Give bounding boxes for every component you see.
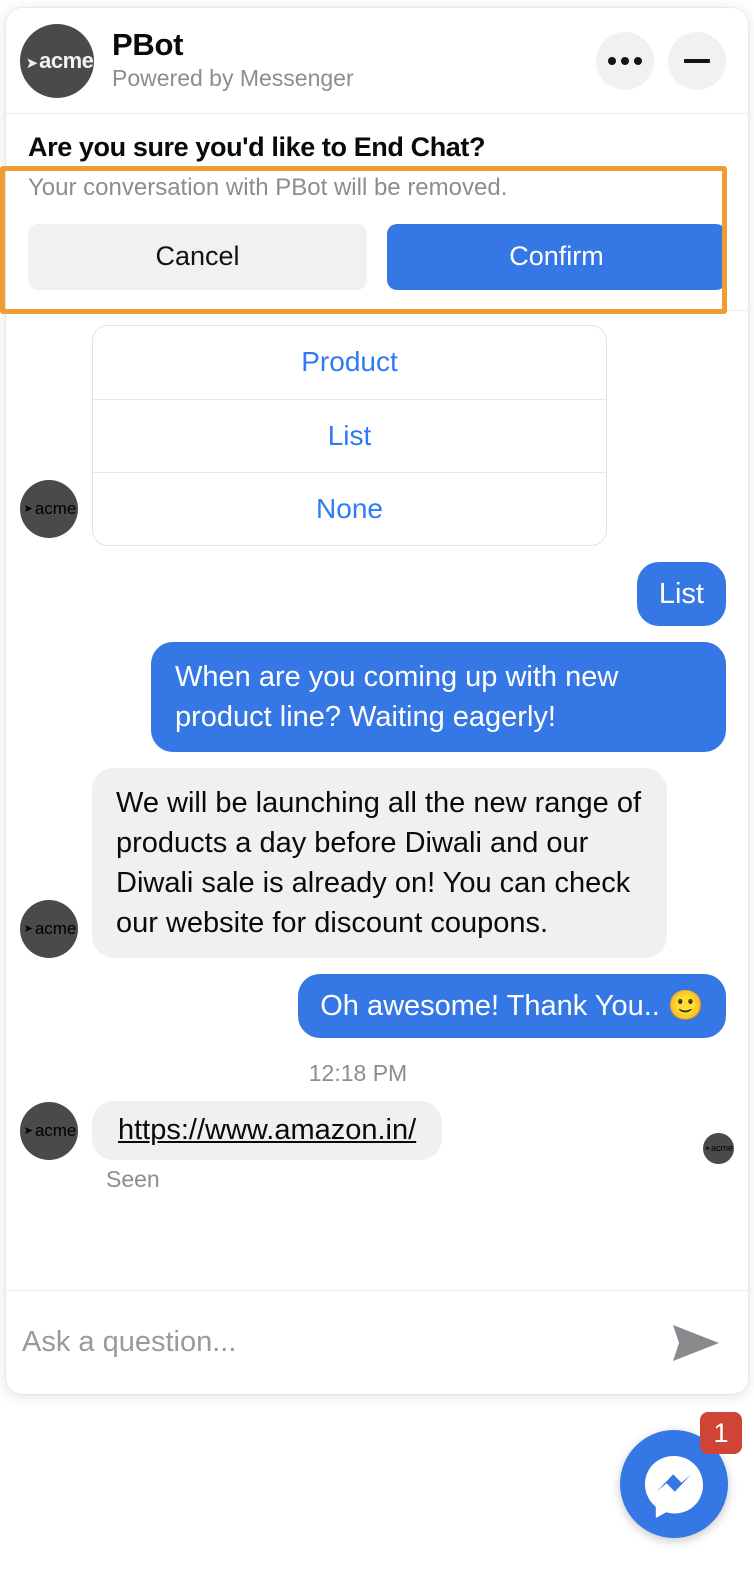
header-actions — [596, 31, 726, 90]
message-composer — [6, 1290, 748, 1394]
bot-avatar-small: ➤ acme — [20, 479, 78, 538]
message-input[interactable] — [22, 1326, 668, 1359]
acme-logo-text: acme — [39, 47, 94, 73]
acme-logo-tick-icon: ➤ — [25, 54, 39, 72]
cancel-button[interactable]: Cancel — [28, 223, 367, 290]
end-chat-dialog: Are you sure you'd like to End Chat? You… — [6, 114, 748, 311]
header-titles: PBot Powered by Messenger — [112, 27, 596, 95]
quick-reply-product[interactable]: Product — [93, 325, 606, 399]
powered-by-label: Powered by Messenger — [112, 65, 354, 92]
message-row-link: ➤ acme https://www.amazon.in/ ➤ acme — [20, 1100, 734, 1164]
message-bubble: List — [636, 561, 726, 626]
more-options-icon — [608, 56, 642, 65]
end-chat-title: Are you sure you'd like to End Chat? — [28, 132, 486, 162]
acme-logo-text: acme — [34, 1120, 77, 1140]
quick-reply-none[interactable]: None — [93, 471, 606, 545]
bot-avatar-small: ➤ acme — [20, 899, 78, 958]
quick-reply-list[interactable]: List — [93, 398, 606, 472]
amazon-link[interactable]: https://www.amazon.in/ — [118, 1114, 416, 1146]
end-chat-actions: Cancel Confirm — [28, 223, 726, 290]
end-chat-subtitle: Your conversation with PBot will be remo… — [28, 174, 508, 202]
acme-logo-text: acme — [34, 918, 77, 938]
screen: ➤ acme PBot Powered by Messenger Are you… — [0, 0, 754, 1584]
more-options-button[interactable] — [596, 31, 654, 90]
acme-logo-text: acme — [34, 498, 77, 518]
send-icon — [673, 1324, 719, 1361]
message-bubble: Oh awesome! Thank You.. 🙂 — [298, 973, 726, 1038]
acme-logo-tick-icon: ➤ — [23, 923, 33, 936]
quick-reply-row: ➤ acme Product List None — [20, 324, 726, 546]
message-row-outgoing: Oh awesome! Thank You.. 🙂 — [20, 973, 726, 1038]
quick-reply-card: Product List None — [92, 324, 607, 546]
message-row-outgoing: List — [20, 561, 726, 626]
chat-header: ➤ acme PBot Powered by Messenger — [6, 8, 748, 114]
messenger-chat-widget: ➤ acme PBot Powered by Messenger Are you… — [6, 8, 748, 1394]
confirm-button[interactable]: Confirm — [387, 223, 726, 290]
send-button[interactable] — [668, 1323, 724, 1363]
message-row-outgoing: When are you coming up with new product … — [20, 641, 726, 752]
seen-status: Seen — [106, 1165, 160, 1192]
message-timestamp: 12:18 PM — [308, 1059, 408, 1086]
minimize-icon — [684, 58, 710, 63]
message-thread: ➤ acme Product List None List When are y… — [6, 310, 748, 1290]
acme-logo-tick-icon: ➤ — [23, 503, 33, 516]
messenger-icon — [645, 1456, 703, 1518]
message-row-incoming: ➤ acme We will be launching all the new … — [20, 767, 726, 958]
message-bubble: We will be launching all the new range o… — [92, 767, 667, 958]
bot-name: PBot — [112, 26, 184, 62]
seen-avatar: ➤ acme — [703, 1132, 734, 1164]
acme-logo-tick-icon: ➤ — [704, 1145, 710, 1152]
bot-avatar: ➤ acme — [20, 23, 94, 98]
acme-logo-tick-icon: ➤ — [23, 1125, 33, 1138]
link-message-bubble: https://www.amazon.in/ — [92, 1100, 443, 1160]
unread-badge: 1 — [700, 1412, 742, 1454]
acme-logo-text: acme — [711, 1143, 734, 1154]
message-bubble: When are you coming up with new product … — [151, 641, 726, 752]
minimize-button[interactable] — [668, 31, 726, 90]
bot-avatar-small: ➤ acme — [20, 1101, 78, 1160]
